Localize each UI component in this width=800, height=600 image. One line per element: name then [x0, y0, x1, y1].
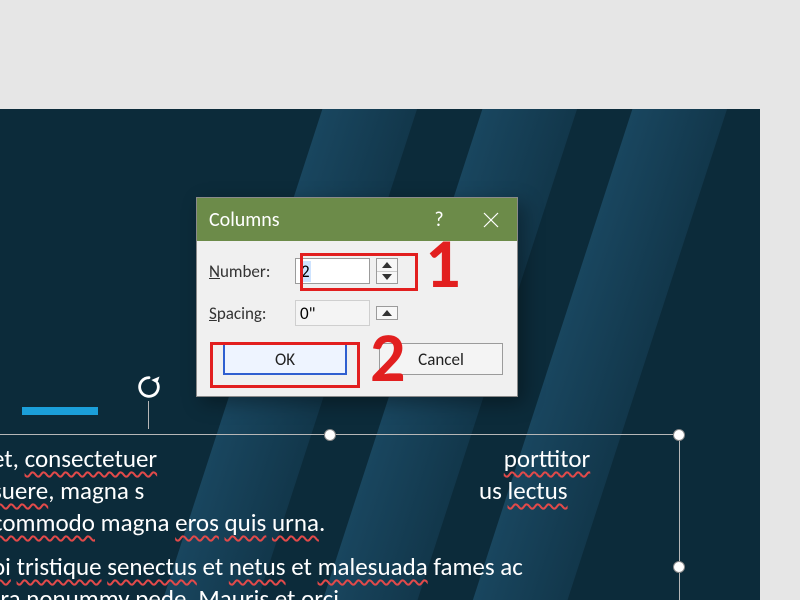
accent-bar — [22, 407, 98, 415]
spacing-label: Spacing: — [209, 303, 295, 324]
callout-number-2: 2 — [370, 322, 405, 392]
dialog-titlebar[interactable]: Columns ? — [197, 198, 517, 241]
rotate-handle[interactable] — [135, 373, 163, 401]
resize-handle[interactable] — [673, 429, 685, 441]
columns-dialog: Columns ? Number: 2 Spacing: 0" — [196, 197, 518, 397]
textbox-selection[interactable] — [0, 434, 680, 600]
rotate-stick — [148, 401, 149, 429]
spinner-up-icon[interactable] — [377, 259, 397, 271]
close-icon — [482, 211, 500, 229]
resize-handle[interactable] — [673, 561, 685, 573]
number-label: Number: — [209, 261, 295, 282]
resize-handle[interactable] — [324, 429, 336, 441]
callout-number-1: 1 — [425, 228, 460, 298]
number-input[interactable]: 2 — [295, 258, 370, 284]
ok-button[interactable]: OK — [223, 343, 347, 375]
number-spinner[interactable] — [376, 258, 398, 284]
spacing-input[interactable]: 0" — [295, 300, 370, 326]
dialog-title: Columns — [209, 208, 280, 232]
spinner-down-icon[interactable] — [377, 271, 397, 284]
close-button[interactable] — [465, 198, 517, 241]
